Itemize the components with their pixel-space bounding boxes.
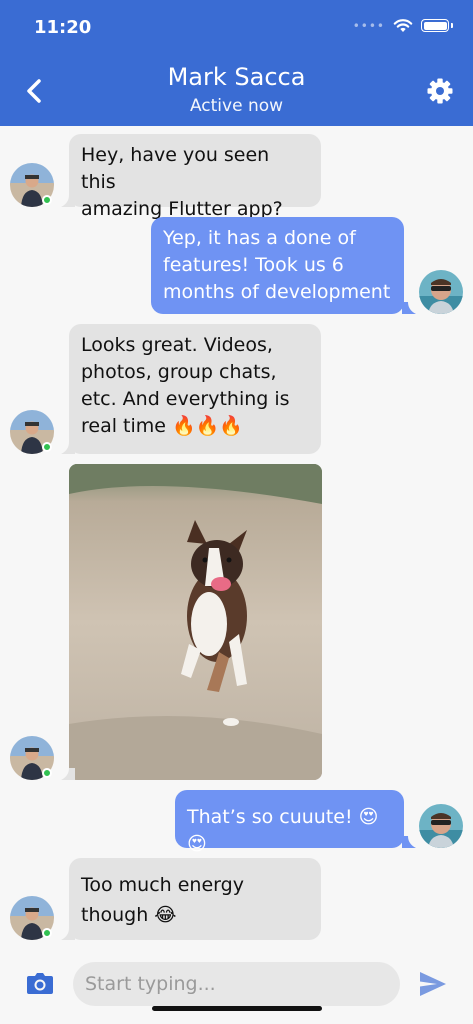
bubble-tail — [61, 928, 75, 940]
status-icons: •••• — [353, 18, 453, 33]
message-bubble-incoming: Looks great. Videos, photos, group chats… — [69, 324, 321, 454]
battery-icon — [421, 19, 449, 32]
message-bubble-outgoing: Yep, it has a done of features! Took us … — [151, 217, 404, 314]
shared-photo[interactable] — [69, 464, 322, 780]
battery-cap — [451, 23, 453, 28]
bubble-tail — [61, 442, 75, 454]
bubble-tail — [402, 302, 416, 314]
camera-icon[interactable] — [26, 970, 54, 996]
wifi-icon — [393, 19, 413, 32]
status-bar: 11:20 •••• — [0, 0, 473, 56]
message-bubble-outgoing: That’s so cuuute! 😍😍 — [175, 790, 404, 855]
home-indicator — [152, 1006, 322, 1011]
user-avatar[interactable] — [419, 270, 463, 314]
contact-status: Active now — [189, 96, 284, 116]
message-bubble-incoming: Hey, have you seen this amazing Flutter … — [69, 134, 321, 220]
app-header: 11:20 •••• Mark Sacca Active now — [0, 0, 473, 126]
message-bubble-incoming: Too much energy though 😂 — [69, 858, 321, 940]
online-status-dot — [42, 928, 52, 938]
online-status-dot — [42, 442, 52, 452]
message-input[interactable] — [73, 962, 400, 1006]
signal-icon: •••• — [352, 18, 385, 33]
bubble-tail — [402, 836, 416, 848]
online-status-dot — [42, 195, 52, 205]
settings-gear-icon[interactable] — [425, 76, 455, 106]
bubble-tail — [61, 768, 75, 780]
send-icon[interactable] — [418, 970, 448, 998]
status-time: 11:20 — [34, 17, 92, 38]
contact-name: Mark Sacca — [167, 63, 306, 91]
user-avatar[interactable] — [419, 804, 463, 848]
online-status-dot — [42, 768, 52, 778]
